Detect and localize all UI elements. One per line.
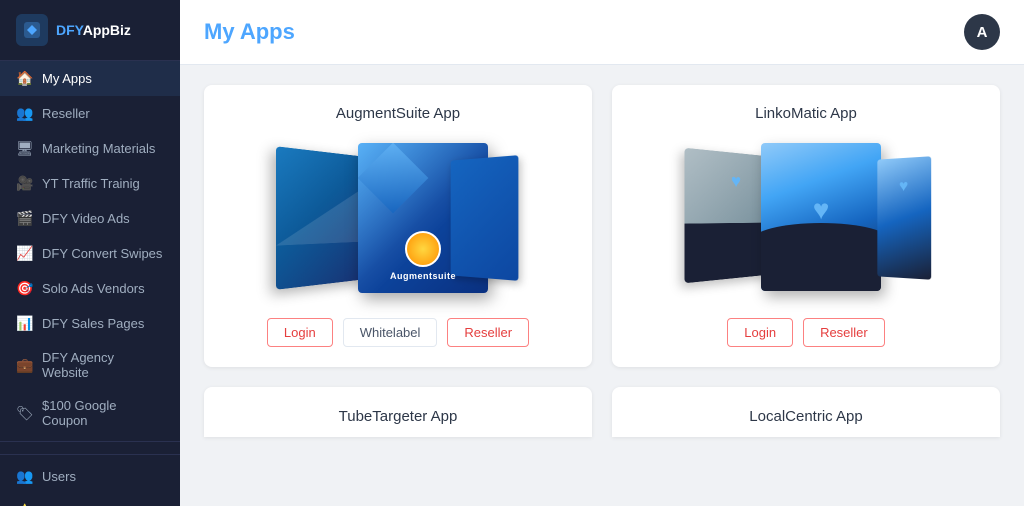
sidebar: DFYAppBiz 🏠 My Apps 👥 Reseller 🖥 Marketing Ma… bbox=[0, 0, 180, 506]
avatar[interactable]: A bbox=[964, 14, 1000, 50]
linkomatic-image: ♥ ♥ LinkoMatic ♥ bbox=[632, 138, 980, 298]
sidebar-label-dfy-agency-website: DFY Agency Website bbox=[42, 350, 164, 380]
sidebar-item-my-apps[interactable]: 🏠 My Apps bbox=[0, 61, 180, 96]
app-title-linkomatic: LinkoMatic App bbox=[755, 105, 857, 122]
linko-wave bbox=[761, 241, 881, 291]
linkomatic-reseller-button[interactable]: Reseller bbox=[803, 318, 885, 347]
augmentsuite-reseller-button[interactable]: Reseller bbox=[447, 318, 529, 347]
sidebar-label-yt-traffic: YT Traffic Trainig bbox=[42, 176, 140, 191]
linko-heart-icon: ♥ bbox=[813, 196, 830, 224]
sidebar-icon-reseller: 👥 bbox=[16, 105, 32, 122]
page-title: My Apps bbox=[204, 19, 295, 45]
sidebar-label-users: Users bbox=[42, 469, 76, 484]
linko-side-box: ♥ bbox=[877, 156, 931, 280]
augmentsuite-login-button[interactable]: Login bbox=[267, 318, 333, 347]
app-card-augmentsuite: AugmentSuite App Augmentsuite Login bbox=[204, 85, 592, 367]
augmentsuite-buttons: Login Whitelabel Reseller bbox=[267, 318, 529, 347]
sidebar-logo: DFYAppBiz bbox=[0, 0, 180, 61]
sidebar-item-yt-traffic[interactable]: 🎥 YT Traffic Trainig bbox=[0, 166, 180, 201]
sidebar-item-marketing-materials[interactable]: 🖥 Marketing Materials bbox=[0, 131, 180, 166]
sidebar-bottom: 👥 Users ⭐Subscriptions bbox=[0, 454, 180, 506]
sidebar-item-google-coupon[interactable]: 🏷 $100 Google Coupon bbox=[0, 389, 180, 437]
sidebar-icon-marketing-materials: 🖥 bbox=[16, 140, 32, 157]
app-title-localcentric: LocalCentric App bbox=[749, 408, 862, 425]
sidebar-item-solo-ads-vendors[interactable]: 🎯 Solo Ads Vendors bbox=[0, 271, 180, 306]
box-label: Augmentsuite bbox=[390, 271, 456, 281]
sidebar-item-subscriptions[interactable]: ⭐Subscriptions bbox=[0, 494, 180, 506]
logo-text: DFYAppBiz bbox=[56, 22, 131, 38]
box-diamond bbox=[358, 143, 428, 213]
sidebar-item-dfy-video-ads[interactable]: 🎬 DFY Video Ads bbox=[0, 201, 180, 236]
apps-grid: AugmentSuite App Augmentsuite Login bbox=[204, 85, 1000, 367]
partial-apps-grid: TubeTargeter App LocalCentric App bbox=[204, 387, 1000, 437]
sidebar-icon-dfy-video-ads: 🎬 bbox=[16, 210, 32, 227]
augmentsuite-box-art: Augmentsuite bbox=[278, 143, 518, 293]
sidebar-icon-solo-ads-vendors: 🎯 bbox=[16, 280, 32, 297]
sidebar-icon-dfy-convert-swipes: 📈 bbox=[16, 245, 32, 262]
logo-icon bbox=[16, 14, 48, 46]
header: My Apps A bbox=[180, 0, 1024, 65]
linko-back-heart: ♥ bbox=[731, 171, 741, 193]
linkomatic-buttons: Login Reseller bbox=[727, 318, 885, 347]
box-back-right bbox=[451, 155, 519, 281]
box-badge bbox=[405, 231, 441, 267]
app-title-augmentsuite: AugmentSuite App bbox=[336, 105, 460, 122]
sidebar-item-dfy-convert-swipes[interactable]: 📈 DFY Convert Swipes bbox=[0, 236, 180, 271]
sidebar-label-solo-ads-vendors: Solo Ads Vendors bbox=[42, 281, 145, 296]
sidebar-icon-users: 👥 bbox=[16, 468, 32, 485]
sidebar-icon-dfy-agency-website: 💼 bbox=[16, 357, 32, 374]
main-content: My Apps A AugmentSuite App Augmentsuite bbox=[180, 0, 1024, 506]
sidebar-label-marketing-materials: Marketing Materials bbox=[42, 141, 155, 156]
augmentsuite-image: Augmentsuite bbox=[224, 138, 572, 298]
app-card-linkomatic: LinkoMatic App ♥ ♥ LinkoMatic ♥ bbox=[612, 85, 1000, 367]
sidebar-label-dfy-convert-swipes: DFY Convert Swipes bbox=[42, 246, 162, 261]
sidebar-label-dfy-video-ads: DFY Video Ads bbox=[42, 211, 130, 226]
sidebar-icon-my-apps: 🏠 bbox=[16, 70, 32, 87]
linkomatic-login-button[interactable]: Login bbox=[727, 318, 793, 347]
augmentsuite-whitelabel-button[interactable]: Whitelabel bbox=[343, 318, 438, 347]
sidebar-label-dfy-sales-pages: DFY Sales Pages bbox=[42, 316, 144, 331]
sidebar-item-users[interactable]: 👥 Users bbox=[0, 459, 180, 494]
linkomatic-box-art: ♥ ♥ LinkoMatic ♥ bbox=[686, 143, 926, 293]
sidebar-item-dfy-sales-pages[interactable]: 📊 DFY Sales Pages bbox=[0, 306, 180, 341]
sidebar-item-dfy-agency-website[interactable]: 💼 DFY Agency Website bbox=[0, 341, 180, 389]
sidebar-label-reseller: Reseller bbox=[42, 106, 90, 121]
linko-side-heart: ♥ bbox=[899, 178, 908, 196]
sidebar-icon-dfy-sales-pages: 📊 bbox=[16, 315, 32, 332]
sidebar-label-my-apps: My Apps bbox=[42, 71, 92, 86]
app-title-tubetargeter: TubeTargeter App bbox=[339, 408, 458, 425]
app-card-tubetargeter-partial: TubeTargeter App bbox=[204, 387, 592, 437]
sidebar-label-google-coupon: $100 Google Coupon bbox=[42, 398, 164, 428]
sidebar-item-reseller[interactable]: 👥 Reseller bbox=[0, 96, 180, 131]
apps-container: AugmentSuite App Augmentsuite Login bbox=[180, 65, 1024, 506]
sidebar-icon-yt-traffic: 🎥 bbox=[16, 175, 32, 192]
sidebar-icon-google-coupon: 🏷 bbox=[16, 405, 32, 422]
linko-front-box: ♥ LinkoMatic bbox=[761, 143, 881, 291]
app-card-localcentric-partial: LocalCentric App bbox=[612, 387, 1000, 437]
